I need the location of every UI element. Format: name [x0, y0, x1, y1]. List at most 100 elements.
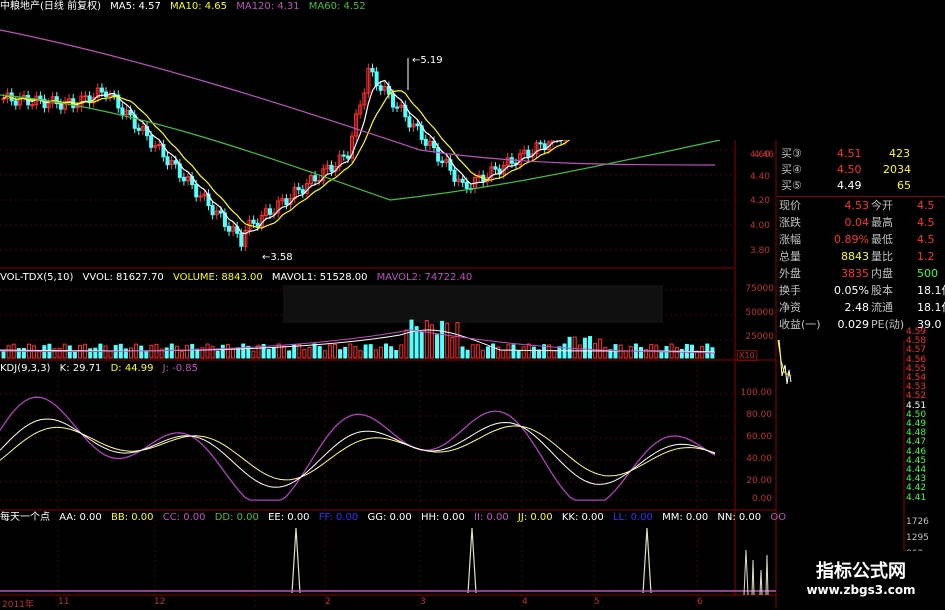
- volume-bar: [394, 350, 399, 359]
- stat-row[interactable]: 涨幅 0.89% 最低 4.5: [777, 232, 945, 248]
- volume-bar: [501, 349, 506, 359]
- volume-bar: [1, 351, 6, 359]
- bid-row[interactable]: 买③ 4.51 423: [777, 146, 945, 162]
- volume-bar: [190, 343, 195, 359]
- stat-label: 最高: [871, 216, 893, 229]
- stat-row[interactable]: 涨跌 0.04 最高 4.5: [777, 215, 945, 231]
- candle-body: [415, 123, 420, 127]
- date-tick: 6: [697, 597, 703, 607]
- volume-bar: [302, 349, 307, 359]
- date-tick: 2: [325, 597, 331, 607]
- indicator-item-aa: AA: 0.00: [59, 512, 102, 523]
- candle-body: [526, 149, 531, 158]
- volume-bar: [353, 346, 358, 359]
- price-tick: 4.40: [749, 172, 770, 182]
- volume-bar: [440, 320, 445, 359]
- bid-volume: 65: [897, 179, 911, 192]
- volume-bar: [225, 343, 230, 359]
- kdj-tick: 60.00: [746, 432, 772, 442]
- ma5-line: [3, 79, 574, 235]
- candle-body: [255, 222, 260, 227]
- vvol-value: VVOL: 81627.70: [82, 272, 164, 283]
- volume-bar: [378, 346, 383, 359]
- volume-bar: [185, 344, 190, 359]
- indicator-item-gg: GG: 0.00: [367, 512, 412, 523]
- volume-header: VOL-TDX(5,10) VVOL: 81627.70 VOLUME: 884…: [0, 271, 478, 285]
- watermark-url: www.zbgs3.com: [806, 583, 916, 597]
- indicator-name[interactable]: 每天一个点: [0, 512, 50, 523]
- mavol2-value: MAVOL2: 74722.40: [376, 272, 473, 283]
- stat-label: 换手: [779, 284, 801, 297]
- candle-body: [493, 166, 498, 170]
- volume-bar: [287, 350, 292, 359]
- indicator-item-oo: OO: [770, 512, 787, 523]
- volume-bar: [338, 349, 343, 359]
- stat-label: 量比: [871, 250, 893, 263]
- volume-bar: [292, 344, 297, 359]
- mini-axis-tick: 1726: [906, 517, 929, 527]
- stat-label: 现价: [779, 199, 801, 212]
- volume-bar: [588, 336, 592, 359]
- date-tick: 11: [58, 597, 70, 607]
- indicator-item-cc: CC: 0.00: [162, 512, 206, 523]
- volume-bar: [424, 320, 429, 359]
- bid-price: 4.51: [837, 147, 862, 160]
- indicator-item-jj: JJ: 0.00: [517, 512, 553, 523]
- volume-bar: [282, 345, 286, 359]
- volume-bar: [475, 344, 480, 359]
- volume-bar: [455, 322, 460, 359]
- kdj-indicator-name[interactable]: KDJ(9,3,3): [0, 363, 50, 374]
- volume-bar: [582, 337, 587, 359]
- bid-row[interactable]: 买④ 4.50 2034: [777, 162, 945, 178]
- volume-bar: [317, 346, 322, 359]
- volume-bar: [333, 344, 337, 359]
- candle-body: [391, 93, 395, 108]
- bid-price: 4.50: [837, 163, 862, 176]
- volume-bar: [103, 345, 108, 359]
- volume-bar: [241, 343, 246, 359]
- candle-body: [251, 219, 256, 224]
- stat-row[interactable]: 外盘 3835 内盘 500: [777, 266, 945, 282]
- signal-spike: [291, 527, 301, 594]
- candle-body: [99, 87, 104, 93]
- volume-bar: [373, 349, 378, 359]
- volume-bar: [639, 347, 643, 359]
- indicator-item-dd: DD: 0.00: [214, 512, 259, 523]
- candle-body: [440, 160, 445, 163]
- stat-row[interactable]: 换手 0.05%股本 18.1亿: [777, 283, 945, 299]
- bid-label: 买⑤: [781, 179, 802, 192]
- stat-label: 外盘: [779, 267, 801, 280]
- candle-body: [136, 127, 141, 131]
- stat-row[interactable]: 净资 2.48流通 18.1亿: [777, 300, 945, 316]
- indicator-item-nn: NN: 0.00: [717, 512, 762, 523]
- candle-body: [13, 100, 18, 106]
- stat-row[interactable]: 总量 8843 量比 1.2: [777, 249, 945, 265]
- volume-bar: [399, 344, 404, 359]
- date-tick: 4: [522, 597, 528, 607]
- bid-volume: 2034: [883, 163, 911, 176]
- stat-row[interactable]: 现价 4.53 今开 4.5: [777, 198, 945, 214]
- stat-label: 收益(一): [779, 318, 821, 331]
- volume-bar: [123, 348, 128, 359]
- volume-bar: [363, 344, 368, 359]
- volume-bar: [180, 350, 184, 359]
- candle-body: [378, 85, 383, 91]
- volume-bar: [419, 331, 424, 359]
- volume-bar: [511, 344, 516, 359]
- candle-body: [423, 138, 428, 146]
- volume-bar: [389, 346, 394, 359]
- candle-body: [407, 116, 412, 128]
- volume-bar: [674, 347, 679, 359]
- volume-indicator-name[interactable]: VOL-TDX(5,10): [0, 272, 73, 283]
- kdj-d-value: D: 44.99: [110, 363, 154, 374]
- candle-body: [227, 225, 231, 232]
- volume-bar: [552, 349, 557, 359]
- kdj-k-line: [0, 418, 716, 488]
- volume-bar: [312, 343, 317, 359]
- candle-body: [538, 142, 543, 145]
- kdj-d-line: [0, 425, 716, 481]
- bid-row[interactable]: 买⑤ 4.49 65: [777, 178, 945, 194]
- stat-value: 4.53: [844, 199, 870, 212]
- stat-value: 0.05%: [834, 284, 869, 297]
- order-book-panel: 买③ 4.51 423 买④ 4.50 2034 买⑤ 4.49 65 现价 4.…: [777, 140, 945, 340]
